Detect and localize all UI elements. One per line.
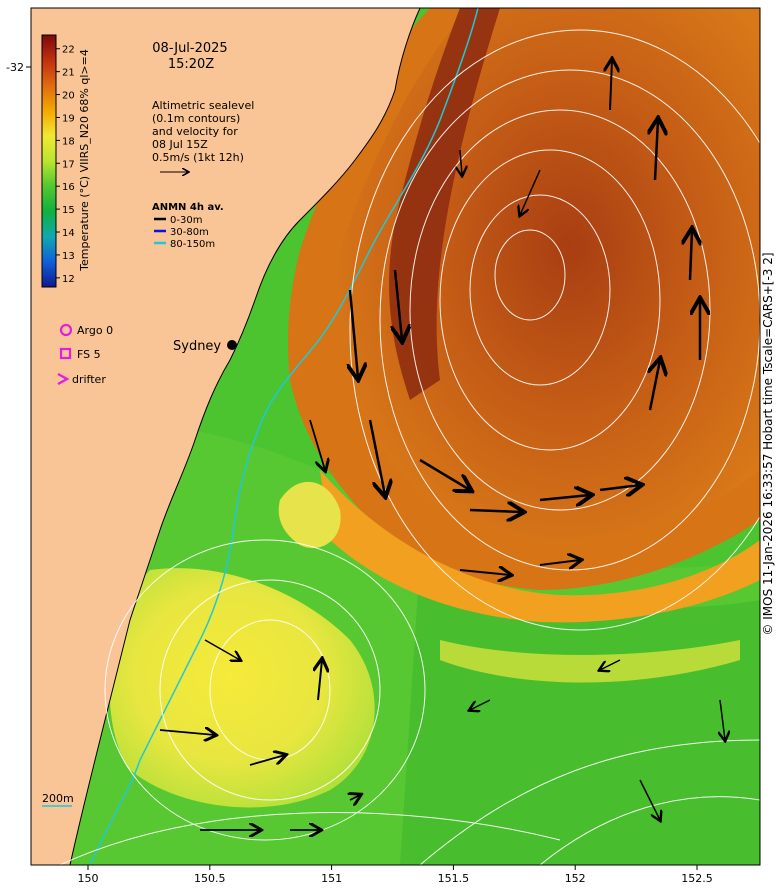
colorbar-tick-label: 17 [62,159,75,170]
x-tick-label: 150 [78,872,99,885]
colorbar-label: Temperature (°C) VIIRS_N20 68% ql>=4 [78,49,91,272]
y-axis: -32-33-34-35-36-37 [6,61,31,74]
argo-legend-label: Argo 0 [77,324,113,337]
anmn-label-2: 80-150m [170,239,215,250]
colorbar-tick-label: 16 [62,182,75,193]
map-panel: Sydney 200m [31,8,760,865]
x-tick-label: 152.5 [681,872,713,885]
altimetry-line-2: (0.1m contours) [152,112,240,125]
x-tick-label: 151.5 [438,872,470,885]
drifter-legend-label: drifter [72,373,106,386]
credit-text: © IMOS 11-Jan-2026 16:33:57 Hobart time … [761,252,775,635]
altimetry-line-5: 0.5m/s (1kt 12h) [152,151,244,164]
colorbar-tick-label: 20 [62,91,75,102]
x-tick-label: 152 [565,872,586,885]
anmn-title: ANMN 4h av. [152,202,224,213]
x-axis: 150150.5151151.5152152.5153153.5154154.5… [78,865,713,885]
x-tick-label: 151 [321,872,342,885]
sst-map-figure: Sydney 200m 150150.5151151.5152152.51531… [6,7,775,885]
altimetry-line-3: and velocity for [152,125,238,138]
colorbar-tick-label: 12 [62,274,75,285]
x-tick-label: 150.5 [194,872,226,885]
colorbar-strip [41,34,57,288]
anmn-label-0: 0-30m [170,215,202,226]
colorbar-tick-label: 22 [62,45,75,56]
altimetry-line-4: 08 Jul 15Z [152,138,208,151]
anmn-label-1: 30-80m [170,227,209,238]
sydney-label: Sydney [173,339,221,354]
header-date: 08-Jul-2025 [152,41,227,56]
colorbar-tick-label: 13 [62,251,75,262]
fs-legend-label: FS 5 [77,348,101,361]
colorbar-tick-label: 19 [62,113,75,124]
colorbar-tick-label: 14 [62,228,75,239]
y-tick-label: -32 [6,61,24,74]
sydney-marker [227,340,237,350]
colorbar-tick-label: 21 [62,68,75,79]
colorbar-tick-label: 15 [62,205,75,216]
header-time: 15:20Z [168,57,214,72]
isobath-label: 200m [42,792,74,805]
altimetry-line-1: Altimetric sealevel [152,99,254,112]
colorbar-tick-label: 18 [62,136,75,147]
